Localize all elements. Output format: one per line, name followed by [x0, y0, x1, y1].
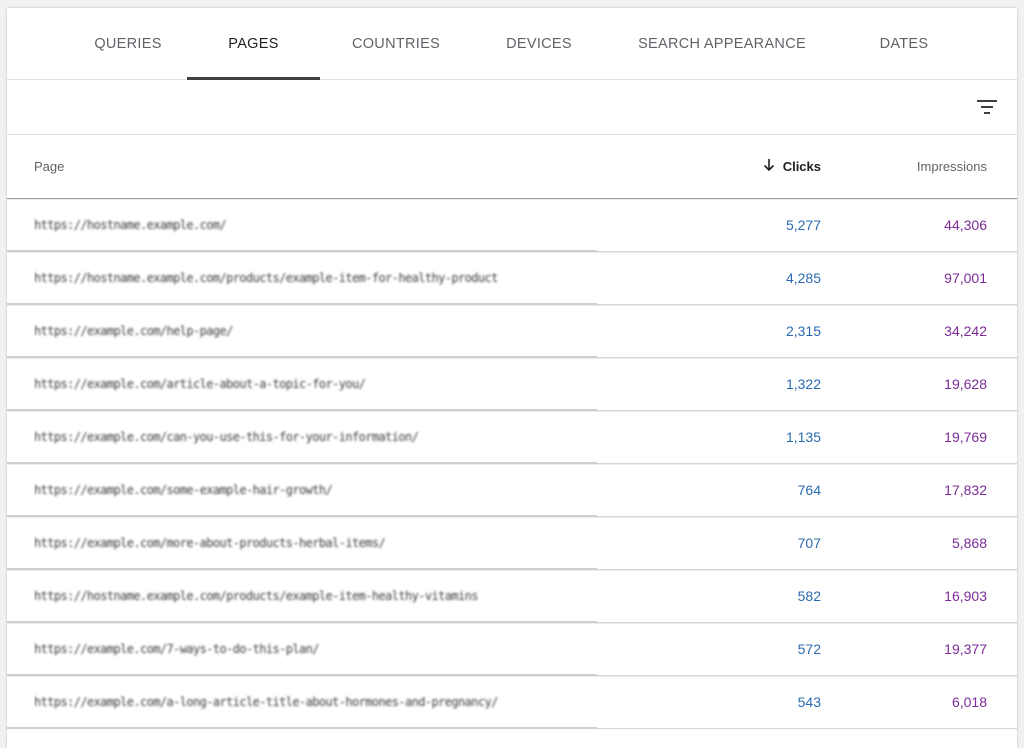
impressions-cell: 19,377: [944, 641, 987, 657]
page-url[interactable]: https://example.com/can-you-use-this-for…: [34, 430, 419, 444]
impressions-cell: 97,001: [944, 270, 987, 286]
impressions-cell: 16,903: [944, 588, 987, 604]
page-url-cell[interactable]: https://example.com/can-you-use-this-for…: [34, 411, 594, 463]
tab-countries[interactable]: COUNTRIES: [342, 8, 450, 79]
page-url-cell[interactable]: https://example.com/7-ways-to-do-this-pl…: [34, 623, 594, 675]
clicks-cell: 1,322: [785, 376, 821, 392]
filter-list-icon: [977, 100, 997, 114]
impressions-cell: 19,628: [944, 376, 987, 392]
column-header-clicks[interactable]: Clicks: [763, 135, 821, 198]
page-url-cell[interactable]: https://hostname.example.com/: [34, 199, 594, 251]
clicks-cell: 5,277: [785, 217, 821, 233]
table-toolbar: [7, 80, 1017, 135]
performance-card: QUERIES PAGES COUNTRIES DEVICES SEARCH A…: [7, 8, 1017, 748]
column-header-page[interactable]: Page: [34, 135, 64, 198]
clicks-cell: 1,135: [785, 429, 821, 445]
tab-devices[interactable]: DEVICES: [497, 8, 581, 79]
table-row[interactable]: https://hostname.example.com/products/ex…: [7, 570, 1017, 623]
clicks-cell: 4,285: [785, 270, 821, 286]
row-divider: [7, 727, 597, 729]
clicks-cell: 2,315: [785, 323, 821, 339]
column-header-impressions[interactable]: Impressions: [917, 135, 987, 198]
table-row[interactable]: https://example.com/a-long-article-title…: [7, 676, 1017, 729]
filter-button[interactable]: [973, 93, 1001, 121]
page-url-cell[interactable]: https://example.com/a-long-article-title…: [34, 676, 594, 728]
impressions-cell: 5,868: [951, 535, 987, 551]
arrow-down-icon: [763, 158, 775, 175]
tab-dates[interactable]: DATES: [867, 8, 941, 79]
page-url-cell[interactable]: https://example.com/help-page/: [34, 305, 594, 357]
page-url[interactable]: https://example.com/a-long-article-title…: [34, 695, 498, 709]
page-url-cell[interactable]: https://example.com/more-about-products-…: [34, 517, 594, 569]
tab-search-appearance[interactable]: SEARCH APPEARANCE: [632, 8, 812, 79]
impressions-cell: 19,769: [944, 429, 987, 445]
page-url[interactable]: https://example.com/7-ways-to-do-this-pl…: [34, 642, 319, 656]
impressions-cell: 34,242: [944, 323, 987, 339]
dimension-tabs: QUERIES PAGES COUNTRIES DEVICES SEARCH A…: [7, 8, 1017, 80]
impressions-cell: 17,832: [944, 482, 987, 498]
page-url[interactable]: https://example.com/more-about-products-…: [34, 536, 386, 550]
clicks-cell: 707: [797, 535, 821, 551]
page-url[interactable]: https://hostname.example.com/products/ex…: [34, 589, 478, 603]
table-row[interactable]: https://example.com/more-about-products-…: [7, 517, 1017, 570]
table-row[interactable]: https://example.com/can-you-use-this-for…: [7, 411, 1017, 464]
table-row[interactable]: https://hostname.example.com/5,277 44,306: [7, 199, 1017, 252]
page-url-cell[interactable]: https://example.com/some-example-hair-gr…: [34, 464, 594, 516]
table-header: Page Clicks Impressions: [7, 135, 1017, 199]
page-url[interactable]: https://hostname.example.com/: [34, 218, 227, 232]
table-row[interactable]: https://example.com/7-ways-to-do-this-pl…: [7, 623, 1017, 676]
table-row[interactable]: https://example.com/some-example-hair-gr…: [7, 464, 1017, 517]
table-row[interactable]: https://example.com/help-page/2,315 34,24…: [7, 305, 1017, 358]
page-url[interactable]: https://example.com/some-example-hair-gr…: [34, 483, 333, 497]
tab-queries[interactable]: QUERIES: [82, 8, 174, 79]
clicks-cell: 543: [797, 694, 821, 710]
page-url[interactable]: https://example.com/help-page/: [34, 324, 233, 338]
table-row[interactable]: https://example.com/article-about-a-topi…: [7, 358, 1017, 411]
impressions-cell: 6,018: [951, 694, 987, 710]
table-row[interactable]: https://hostname.example.com/products/ex…: [7, 252, 1017, 305]
page-url-cell[interactable]: https://hostname.example.com/products/ex…: [34, 252, 594, 304]
impressions-cell: 44,306: [944, 217, 987, 233]
page-url-cell[interactable]: https://hostname.example.com/products/ex…: [34, 570, 594, 622]
tab-pages[interactable]: PAGES: [187, 8, 320, 80]
clicks-cell: 582: [797, 588, 821, 604]
table-body: https://hostname.example.com/5,277 44,306…: [7, 199, 1017, 729]
clicks-cell: 572: [797, 641, 821, 657]
clicks-cell: 764: [797, 482, 821, 498]
page-url[interactable]: https://hostname.example.com/products/ex…: [34, 271, 498, 285]
clicks-header-label: Clicks: [782, 159, 821, 174]
page-url-cell[interactable]: https://example.com/article-about-a-topi…: [34, 358, 594, 410]
page-url[interactable]: https://example.com/article-about-a-topi…: [34, 377, 366, 391]
